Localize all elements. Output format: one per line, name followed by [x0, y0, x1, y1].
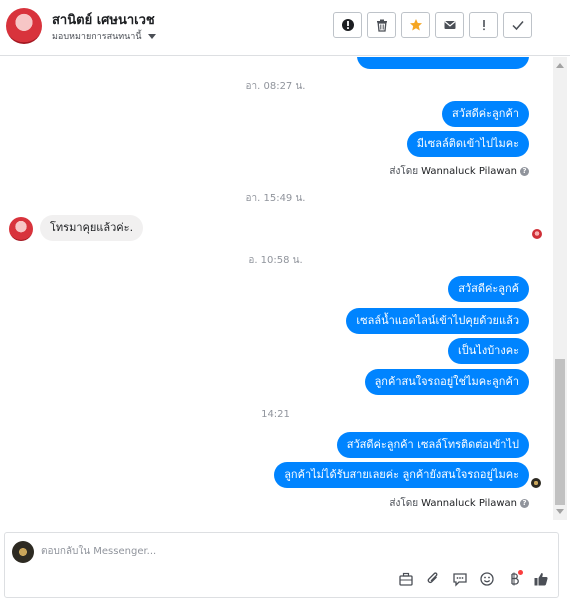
outgoing-message: สวัสดีค่ะลูกค้า [442, 101, 529, 127]
notification-dot [518, 570, 523, 575]
sent-by-label: ส่งโดย Wannaluck Pilawan ? [389, 164, 529, 179]
briefcase-button[interactable] [397, 570, 415, 588]
message-row: สวัสดีค่ะลูกค้า เซลล์โทรติดต่อเข้าไป [336, 432, 529, 458]
checkmark-icon [511, 21, 524, 31]
composer-tools [397, 570, 550, 588]
exclamation-circle-icon [341, 19, 354, 31]
saved-replies-button[interactable] [451, 570, 469, 588]
timestamp: อา. 15:49 น. [245, 193, 306, 204]
trash-icon [376, 19, 387, 32]
outgoing-message: ลูกค้าไม่ได้รับสายเลยค่ะ ลูกค้ายังสนใจรถ… [274, 462, 529, 488]
outgoing-message: สวัสดีค่ะลูกค้า เซลล์โทรติดต่อเข้าไป [336, 432, 529, 458]
assign-conversation-dropdown[interactable]: มอบหมายการสนทนานี้ [52, 29, 156, 43]
contact-avatar[interactable] [6, 8, 42, 44]
sent-by-prefix: ส่งโดย [389, 498, 419, 509]
sent-by-label: ส่งโดย Wannaluck Pilawan ? [389, 496, 529, 511]
agent-name: Wannaluck Pilawan [421, 498, 517, 509]
conversation-header: สานิตย์ เศษนาเวช มอบหมายการสนทนานี้ [0, 0, 570, 56]
message-row: ลูกค้าไม่ได้รับสายเลยค่ะ ลูกค้ายังสนใจรถ… [274, 462, 529, 488]
reply-input[interactable] [41, 542, 541, 560]
outgoing-message: มีเซลล์ติดเข้าไปไมคะ [406, 131, 529, 157]
caret-down-icon [147, 33, 156, 39]
conversation-actions [333, 12, 532, 38]
seen-avatar-icon [532, 229, 542, 239]
reply-composer [4, 532, 559, 598]
attach-file-button[interactable] [424, 570, 442, 588]
mark-spam-button[interactable] [333, 12, 362, 38]
like-button[interactable] [532, 570, 550, 588]
outgoing-message [357, 57, 529, 69]
star-icon [409, 19, 422, 31]
message-row: เป็นไงบ้างคะ [448, 338, 529, 364]
timestamp: 14:21 [261, 409, 290, 420]
briefcase-icon [399, 572, 413, 586]
paperclip-icon [427, 572, 438, 584]
emoji-button[interactable] [478, 570, 496, 588]
message-row: สวัสดีค่ะลูกค้ [448, 276, 529, 302]
mark-done-button[interactable] [503, 12, 532, 38]
thumbs-up-icon [534, 573, 548, 586]
agent-name: Wannaluck Pilawan [421, 166, 517, 177]
sent-by-prefix: ส่งโดย [389, 166, 419, 177]
envelope-icon [443, 21, 456, 29]
message-row [357, 57, 529, 69]
outgoing-message: เซลล์น้ำแอดไลน์เข้าไปคุยด้วยแล้ว [346, 308, 529, 334]
scroll-down-arrow-icon[interactable] [556, 509, 564, 514]
scroll-up-arrow-icon[interactable] [556, 63, 564, 68]
incoming-message: โทรมาคุยแล้วค่ะ. [40, 215, 144, 241]
timestamp: อ. 10:58 น. [248, 255, 303, 266]
mark-unread-button[interactable] [435, 12, 464, 38]
assign-label: มอบหมายการสนทนานี้ [52, 32, 142, 42]
help-icon[interactable]: ? [520, 499, 529, 508]
contact-avatar-small[interactable] [9, 217, 33, 241]
message-row: มีเซลล์ติดเข้าไปไมคะ [406, 131, 529, 157]
scrollbar-thumb[interactable] [555, 359, 565, 505]
delete-button[interactable] [367, 12, 396, 38]
outgoing-message: เป็นไงบ้างคะ [448, 338, 529, 364]
timestamp: อา. 08:27 น. [245, 81, 306, 92]
contact-name[interactable]: สานิตย์ เศษนาเวช [52, 9, 155, 30]
thread-scrollbar[interactable] [553, 57, 567, 520]
outgoing-message: สวัสดีค่ะลูกค้ [448, 276, 529, 302]
seen-avatar-icon [531, 478, 541, 488]
emoji-icon [480, 572, 494, 586]
message-row: เซลล์น้ำแอดไลน์เข้าไปคุยด้วยแล้ว [346, 308, 529, 334]
star-button[interactable] [401, 12, 430, 38]
saved-reply-icon [453, 573, 467, 587]
message-row: ลูกค้าสนใจรถอยู่ใช่ไมคะลูกค้า [364, 369, 529, 395]
follow-up-button[interactable] [469, 12, 498, 38]
page-avatar [12, 541, 34, 563]
message-row: โทรมาคุยแล้วค่ะ. [40, 215, 144, 241]
message-thread[interactable]: อา. 08:27 น. สวัสดีค่ะลูกค้า มีเซลล์ติดเ… [0, 57, 551, 520]
payment-button[interactable] [505, 570, 523, 588]
message-row: สวัสดีค่ะลูกค้า [442, 101, 529, 127]
exclamation-icon [482, 20, 485, 31]
help-icon[interactable]: ? [520, 167, 529, 176]
outgoing-message: ลูกค้าสนใจรถอยู่ใช่ไมคะลูกค้า [364, 369, 529, 395]
